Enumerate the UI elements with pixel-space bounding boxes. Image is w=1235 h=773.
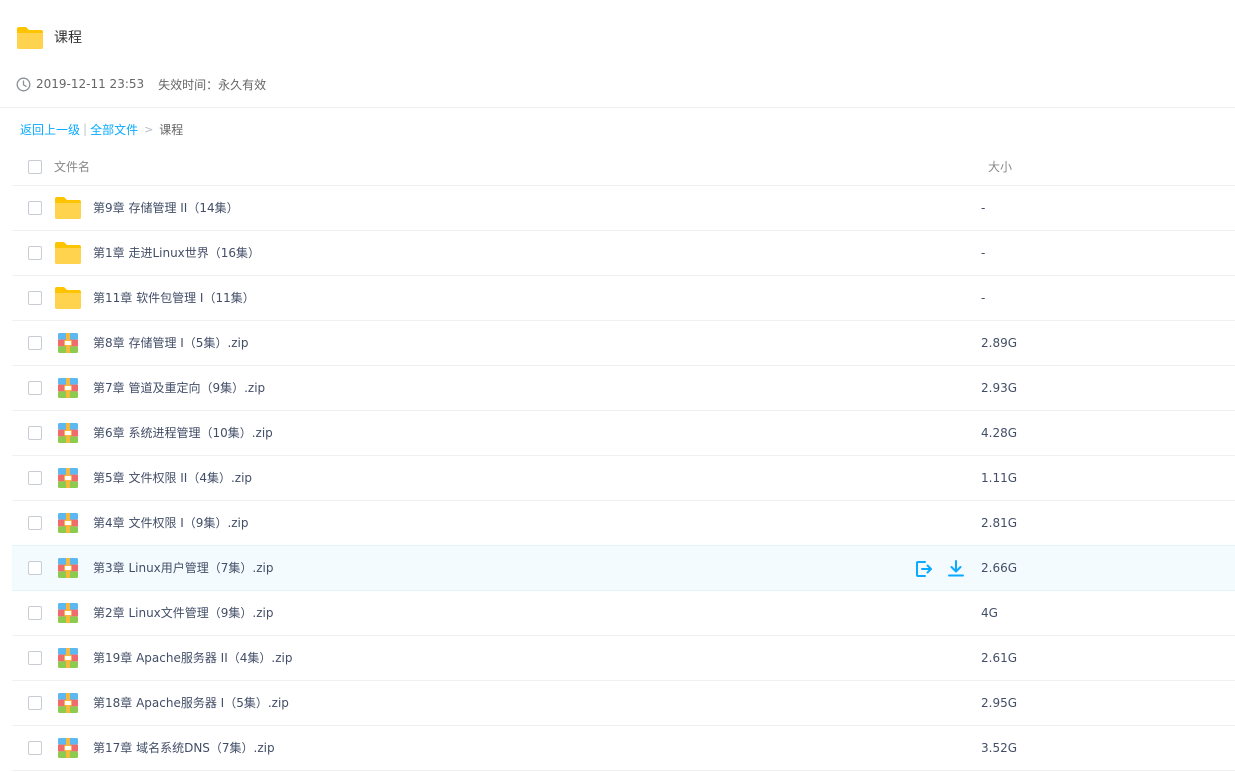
file-name[interactable]: 第3章 Linux用户管理（7集）.zip xyxy=(93,546,273,590)
expire-value: 永久有效 xyxy=(218,77,267,92)
file-row[interactable]: 第1章 走进Linux世界（16集） - xyxy=(12,231,1235,276)
file-name[interactable]: 第4章 文件权限 I（9集）.zip xyxy=(93,501,249,545)
file-name[interactable]: 第11章 软件包管理 I（11集） xyxy=(93,276,255,320)
select-all-checkbox[interactable] xyxy=(28,160,42,174)
file-name[interactable]: 第8章 存储管理 I（5集）.zip xyxy=(93,321,249,365)
file-row[interactable]: 第9章 存储管理 II（14集） - xyxy=(12,186,1235,231)
file-row[interactable]: 第11章 软件包管理 I（11集） - xyxy=(12,276,1235,321)
file-size: - xyxy=(981,246,986,260)
row-checkbox[interactable] xyxy=(28,246,42,260)
file-row[interactable]: 第5章 文件权限 II（4集）.zip 1.11G xyxy=(12,456,1235,501)
all-files-link[interactable]: 全部文件 xyxy=(90,121,138,138)
file-name[interactable]: 第6章 系统进程管理（10集）.zip xyxy=(93,411,273,455)
list-header: 文件名 大小 xyxy=(12,148,1235,186)
file-row[interactable]: 第3章 Linux用户管理（7集）.zip 2.66G xyxy=(12,545,1235,591)
share-page: 课程 2019-12-11 23:53 失效时间： 永久有效 返回上一级 | 全… xyxy=(0,0,1235,773)
back-link[interactable]: 返回上一级 xyxy=(20,121,80,138)
zip-archive-icon xyxy=(58,378,78,398)
row-checkbox[interactable] xyxy=(28,561,42,575)
file-name[interactable]: 第9章 存储管理 II（14集） xyxy=(93,186,239,230)
file-size: - xyxy=(981,291,986,305)
file-row[interactable]: 第8章 存储管理 I（5集）.zip 2.89G xyxy=(12,321,1235,366)
file-list: 文件名 大小 第9章 存储管理 II（14集） - 第1章 走进Linux世界（1… xyxy=(12,148,1235,771)
file-size: 2.89G xyxy=(981,336,1018,350)
row-checkbox[interactable] xyxy=(28,426,42,440)
size-column-header[interactable]: 大小 xyxy=(988,148,1012,186)
file-rows: 第9章 存储管理 II（14集） - 第1章 走进Linux世界（16集） - 第1… xyxy=(12,186,1235,771)
share-time: 2019-12-11 23:53 xyxy=(36,77,145,91)
row-checkbox[interactable] xyxy=(28,741,42,755)
zip-archive-icon xyxy=(58,468,78,488)
row-checkbox[interactable] xyxy=(28,696,42,710)
row-checkbox[interactable] xyxy=(28,651,42,665)
breadcrumb: 返回上一级 | 全部文件 > 课程 xyxy=(20,119,183,139)
file-row[interactable]: 第18章 Apache服务器 I（5集）.zip 2.95G xyxy=(12,681,1235,726)
file-name[interactable]: 第2章 Linux文件管理（9集）.zip xyxy=(93,591,273,635)
page-title: 课程 xyxy=(54,30,82,46)
name-column-header[interactable]: 文件名 xyxy=(54,148,90,186)
folder-icon xyxy=(17,27,43,49)
file-size: 2.95G xyxy=(981,696,1018,710)
zip-archive-icon xyxy=(58,738,78,758)
expire-label: 失效时间： xyxy=(158,77,219,92)
row-checkbox[interactable] xyxy=(28,336,42,350)
zip-archive-icon xyxy=(58,648,78,668)
file-size: 2.93G xyxy=(981,381,1018,395)
share-header: 课程 2019-12-11 23:53 失效时间： 永久有效 xyxy=(0,0,1235,108)
file-name[interactable]: 第18章 Apache服务器 I（5集）.zip xyxy=(93,681,289,725)
file-row[interactable]: 第2章 Linux文件管理（9集）.zip 4G xyxy=(12,591,1235,636)
row-checkbox[interactable] xyxy=(28,606,42,620)
file-size: - xyxy=(981,201,986,215)
folder-icon xyxy=(55,197,81,219)
file-name[interactable]: 第5章 文件权限 II（4集）.zip xyxy=(93,456,252,500)
file-name[interactable]: 第19章 Apache服务器 II（4集）.zip xyxy=(93,636,292,680)
share-meta: 2019-12-11 23:53 失效时间： 永久有效 xyxy=(16,74,266,94)
breadcrumb-separator: | xyxy=(83,122,88,136)
clock-icon xyxy=(16,77,31,91)
title-row: 课程 xyxy=(16,24,82,52)
file-size: 3.52G xyxy=(981,741,1018,755)
row-checkbox[interactable] xyxy=(28,291,42,305)
file-row[interactable]: 第6章 系统进程管理（10集）.zip 4.28G xyxy=(12,411,1235,456)
file-name[interactable]: 第17章 域名系统DNS（7集）.zip xyxy=(93,726,275,770)
file-size: 2.81G xyxy=(981,516,1018,530)
file-size: 4.28G xyxy=(981,426,1018,440)
zip-archive-icon xyxy=(58,513,78,533)
file-size: 1.11G xyxy=(981,471,1018,485)
row-checkbox[interactable] xyxy=(28,381,42,395)
file-row[interactable]: 第17章 域名系统DNS（7集）.zip 3.52G xyxy=(12,726,1235,771)
file-size: 2.61G xyxy=(981,651,1018,665)
save-to-drive-icon[interactable] xyxy=(914,559,934,579)
file-size: 4G xyxy=(981,606,998,620)
zip-archive-icon xyxy=(58,693,78,713)
zip-archive-icon xyxy=(58,333,78,353)
breadcrumb-current: 课程 xyxy=(159,122,184,137)
file-name[interactable]: 第1章 走进Linux世界（16集） xyxy=(93,231,260,275)
folder-icon xyxy=(55,287,81,309)
file-row[interactable]: 第7章 管道及重定向（9集）.zip 2.93G xyxy=(12,366,1235,411)
file-row[interactable]: 第19章 Apache服务器 II（4集）.zip 2.61G xyxy=(12,636,1235,681)
folder-icon xyxy=(55,242,81,264)
file-size: 2.66G xyxy=(981,561,1018,575)
row-actions xyxy=(914,559,978,579)
zip-archive-icon xyxy=(58,603,78,623)
download-icon[interactable] xyxy=(946,559,966,579)
file-row[interactable]: 第4章 文件权限 I（9集）.zip 2.81G xyxy=(12,501,1235,546)
zip-archive-icon xyxy=(58,423,78,443)
zip-archive-icon xyxy=(58,558,78,578)
row-checkbox[interactable] xyxy=(28,201,42,215)
file-name[interactable]: 第7章 管道及重定向（9集）.zip xyxy=(93,366,265,410)
breadcrumb-arrow: > xyxy=(144,122,154,136)
row-checkbox[interactable] xyxy=(28,471,42,485)
row-checkbox[interactable] xyxy=(28,516,42,530)
